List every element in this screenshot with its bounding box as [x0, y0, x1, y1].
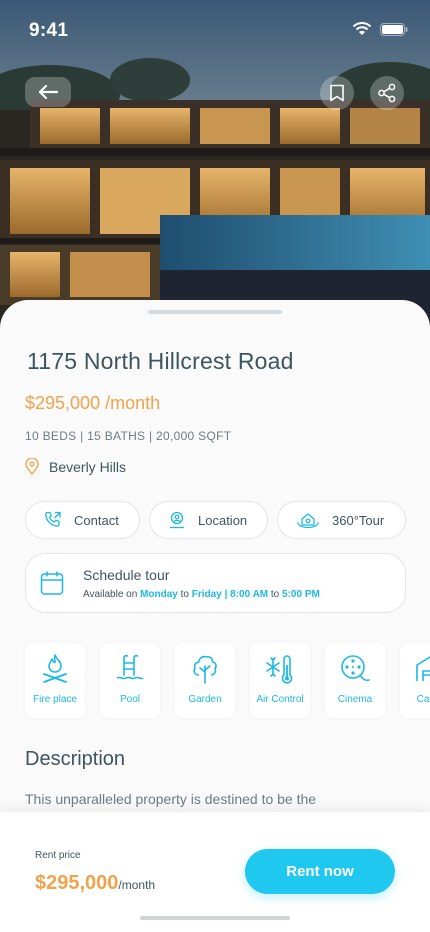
amenity-pool[interactable]: Pool	[100, 643, 160, 718]
garage-icon	[416, 656, 430, 681]
rent-price-amount: $295,000	[35, 872, 119, 894]
rent-price-label: Rent price	[35, 850, 81, 861]
property-hero-image: 9:41	[0, 0, 430, 330]
location-button-label: Location	[198, 512, 248, 528]
property-specs: 10 BEDS | 15 BATHS | 20,000 SQFT	[25, 429, 232, 443]
back-button[interactable]	[25, 77, 71, 107]
share-button[interactable]	[370, 76, 404, 110]
pool-icon	[116, 654, 144, 680]
360-view-icon	[297, 513, 319, 529]
amenity-label: Fire place	[33, 694, 77, 705]
amenity-label: Car G	[416, 694, 430, 705]
schedule-tour-card[interactable]: Schedule tour Available on Monday to Fri…	[25, 553, 406, 613]
rent-bottom-bar: Rent price $295,000/month Rent now	[0, 812, 430, 932]
schedule-availability: Available on Monday to Friday | 8:00 AM …	[83, 589, 320, 600]
tour-360-button[interactable]: 360°Tour	[277, 501, 406, 539]
snowflake-thermometer-icon	[266, 655, 293, 684]
location-button[interactable]: Location	[149, 501, 268, 539]
availability-day-from: Monday	[140, 589, 178, 600]
battery-icon	[380, 22, 408, 36]
arrow-left-icon	[38, 84, 59, 100]
amenity-label: Pool	[119, 694, 140, 705]
description-text: This unparalleled property is destined t…	[25, 791, 317, 807]
home-indicator[interactable]	[140, 916, 290, 920]
amenity-car-garage[interactable]: Car G	[400, 643, 430, 718]
amenity-label: Air Control	[256, 694, 304, 705]
rent-price-unit: /month	[118, 878, 156, 892]
map-pin-icon	[25, 458, 39, 475]
phone-call-icon	[45, 511, 61, 527]
status-time: 9:41	[29, 20, 69, 41]
tour-label: 360°Tour	[332, 512, 385, 528]
bookmark-button[interactable]	[320, 76, 354, 110]
tree-icon	[193, 655, 217, 684]
wifi-icon	[352, 22, 372, 35]
user-location-icon	[170, 511, 184, 529]
rent-price-value: $295,000/month	[35, 872, 155, 895]
contact-button[interactable]: Contact	[25, 501, 140, 539]
contact-label: Contact	[74, 512, 119, 528]
status-icons	[352, 22, 408, 36]
status-bar: 9:41	[0, 0, 430, 60]
rent-now-button[interactable]: Rent now	[245, 849, 395, 894]
availability-prefix: Available on	[83, 589, 141, 600]
amenity-air-control[interactable]: Air Control	[250, 643, 310, 718]
availability-to-time: to	[268, 589, 283, 600]
calendar-icon	[40, 571, 64, 595]
availability-to: to	[177, 589, 192, 600]
amenity-fireplace[interactable]: Fire place	[25, 643, 85, 718]
amenity-garden[interactable]: Garden	[175, 643, 235, 718]
property-price: $295,000 /month	[25, 393, 161, 413]
fireplace-icon	[43, 654, 67, 683]
sheet-handle[interactable]	[148, 310, 282, 314]
share-icon	[378, 83, 396, 103]
availability-time-to: 5:00 PM	[282, 589, 320, 600]
amenity-label: Garden	[188, 694, 222, 705]
schedule-title: Schedule tour	[83, 567, 170, 583]
film-reel-icon	[341, 655, 370, 682]
property-title: 1175 North Hillcrest Road	[27, 348, 294, 374]
amenity-cinema[interactable]: Cinema	[325, 643, 385, 718]
amenity-label: Cinema	[337, 694, 373, 705]
availability-day-to: Friday | 8:00 AM	[191, 589, 269, 600]
amenities-list: Fire place Pool Garden Air Control Cinem…	[25, 643, 430, 719]
description-heading: Description	[25, 748, 126, 770]
location-label: Beverly Hills	[49, 458, 127, 475]
bookmark-icon	[330, 84, 344, 102]
property-location: Beverly Hills	[25, 458, 126, 475]
